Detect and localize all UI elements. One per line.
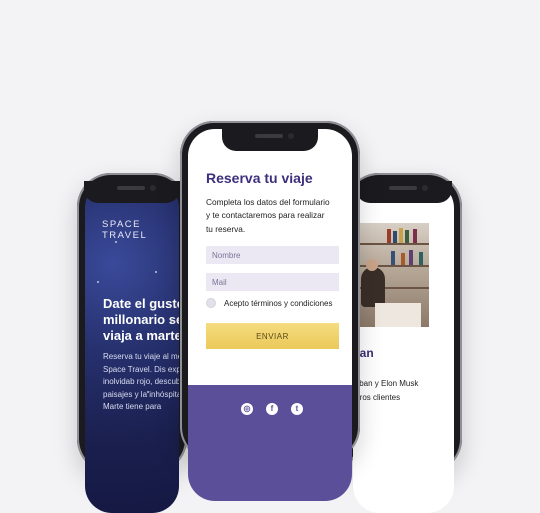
- left-screen: SPACE TRAVEL Date el gusto millonario se…: [85, 181, 179, 513]
- hero-headline: Date el gusto millonario se viaja a mart…: [103, 296, 179, 343]
- phone-mockup-center: Reserva tu viaje Completa los datos del …: [180, 121, 360, 501]
- mail-field[interactable]: [206, 273, 339, 291]
- phone-mockup-right: nfian Cuban y Elon Musk estros clientes: [345, 173, 462, 513]
- terms-checkbox-row[interactable]: Acepto términos y condiciones: [206, 298, 333, 308]
- facebook-icon[interactable]: f: [266, 403, 278, 415]
- instagram-icon[interactable]: ◎: [241, 403, 253, 415]
- brand-label: SPACE TRAVEL: [102, 219, 148, 241]
- twitter-icon[interactable]: t: [291, 403, 303, 415]
- name-field[interactable]: [206, 246, 339, 264]
- section-text: Cuban y Elon Musk estros clientes: [353, 379, 419, 402]
- library-photo: [357, 223, 429, 327]
- center-screen: Reserva tu viaje Completa los datos del …: [188, 129, 352, 501]
- person-figure: [361, 267, 385, 307]
- notch: [84, 181, 180, 203]
- hero-body-text: Reserva tu viaje al me con Space Travel.…: [103, 352, 179, 411]
- form-description: Completa los datos del formulario y te c…: [206, 197, 330, 234]
- terms-radio[interactable]: [206, 298, 216, 308]
- notch: [355, 181, 452, 203]
- form-title: Reserva tu viaje: [206, 170, 313, 186]
- phone-mockup-left: SPACE TRAVEL Date el gusto millonario se…: [77, 173, 187, 513]
- submit-button[interactable]: ENVIAR: [206, 323, 339, 349]
- right-screen: nfian Cuban y Elon Musk estros clientes: [353, 181, 454, 513]
- terms-label: Acepto términos y condiciones: [224, 298, 333, 308]
- notch: [222, 129, 318, 151]
